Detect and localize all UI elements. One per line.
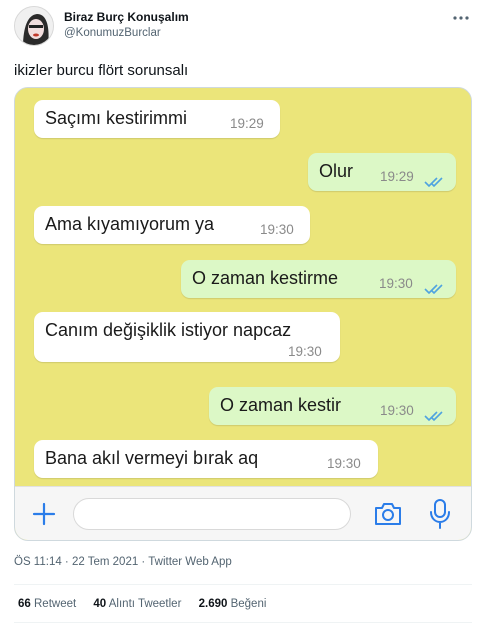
microphone-icon[interactable]	[429, 498, 451, 530]
chat-message: Ama kıyamıyorum ya 19:30	[34, 206, 310, 244]
ellipsis-icon[interactable]	[452, 8, 470, 24]
message-text: Bana akıl vermeyi bırak aq	[45, 448, 259, 468]
quotes-count: 40	[93, 598, 107, 610]
retweets-label: Retweet	[34, 598, 77, 610]
message-time: 19:30	[327, 456, 361, 471]
tweet-stats: 66 Retweet 40 Alıntı Tweetler 2.690 Beğe…	[18, 598, 280, 610]
chat-message: Bana akıl vermeyi bırak aq 19:30	[34, 440, 378, 478]
tweet-timestamp[interactable]: ÖS 11:14 · 22 Tem 2021 · Twitter Web App	[14, 556, 232, 568]
author-handle[interactable]: @KonumuzBurclar	[64, 27, 161, 39]
tweet-header: Biraz Burç Konuşalım @KonumuzBurclar	[14, 6, 474, 48]
message-time: 19:29	[230, 116, 264, 131]
tweet-text: ikizler burcu flört sorunsalı	[14, 62, 189, 79]
chat-area: Saçımı kestirimmi 19:29 Olur 19:29 Ama k…	[15, 88, 471, 486]
quotes-label: Alıntı Tweetler	[108, 598, 182, 610]
message-text: O zaman kestirme	[192, 268, 339, 288]
tweet-media-image[interactable]: Saçımı kestirimmi 19:29 Olur 19:29 Ama k…	[14, 87, 472, 541]
chat-message: Canım değişiklik istiyor napcaz 19:30	[34, 312, 340, 362]
chat-input-bar	[15, 486, 471, 540]
double-check-icon	[424, 406, 444, 422]
chat-message: O zaman kestirme 19:30	[181, 260, 456, 298]
plus-icon[interactable]	[31, 501, 57, 527]
message-time: 19:30	[260, 222, 294, 237]
message-time: 19:29	[380, 169, 414, 184]
chat-message: Olur 19:29	[308, 153, 456, 191]
message-time: 19:30	[380, 403, 414, 418]
message-text: O zaman kestir	[220, 395, 342, 415]
double-check-icon	[424, 279, 444, 295]
chat-message: O zaman kestir 19:30	[209, 387, 456, 425]
divider	[14, 584, 472, 585]
likes-count: 2.690	[198, 598, 228, 610]
message-time: 19:30	[379, 276, 413, 291]
double-check-icon	[424, 172, 444, 188]
retweets-count: 66	[18, 598, 31, 610]
retweets-stat[interactable]: 66 Retweet	[18, 598, 79, 610]
author-name[interactable]: Biraz Burç Konuşalım	[64, 10, 189, 24]
chat-message: Saçımı kestirimmi 19:29	[34, 100, 280, 138]
message-text: Olur	[319, 161, 354, 181]
message-text: Ama kıyamıyorum ya	[45, 214, 215, 234]
message-text: Saçımı kestirimmi	[45, 108, 188, 128]
likes-label: Beğeni	[230, 598, 267, 610]
message-time: 19:30	[288, 344, 322, 359]
camera-icon[interactable]	[373, 501, 403, 527]
message-input[interactable]	[73, 498, 351, 530]
quotes-stat[interactable]: 40 Alıntı Tweetler	[93, 598, 184, 610]
divider	[14, 622, 472, 623]
avatar[interactable]	[14, 6, 54, 46]
message-text: Canım değişiklik istiyor napcaz	[45, 320, 292, 340]
likes-stat[interactable]: 2.690 Beğeni	[199, 598, 267, 610]
